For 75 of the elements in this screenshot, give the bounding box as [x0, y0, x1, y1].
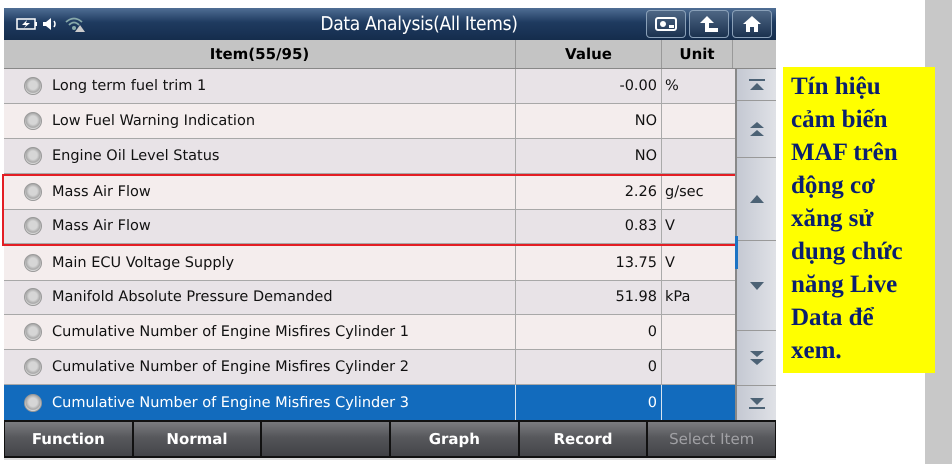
value-text: -0.00: [619, 78, 657, 94]
toolbar-button[interactable]: Graph: [391, 422, 518, 456]
unit-text: V: [665, 254, 675, 271]
down-triangle-icon: [748, 280, 764, 290]
scroll-up-button[interactable]: [737, 158, 776, 241]
value-text: 0: [648, 324, 657, 340]
toolbar-button[interactable]: Record: [520, 422, 646, 456]
value-text: NO: [634, 112, 657, 129]
item-name: Manifold Absolute Pressure Demanded: [52, 289, 333, 306]
table-row[interactable]: Mass Air Flow 0.83 V: [4, 210, 735, 244]
toolbar-button[interactable]: Normal: [134, 422, 260, 456]
table-row[interactable]: Mass Air Flow 2.26 g/sec: [4, 176, 735, 210]
scroll-bottom-button[interactable]: [737, 386, 776, 420]
value-text: 0: [648, 359, 657, 376]
radio-button[interactable]: [24, 358, 42, 376]
radio-button[interactable]: [24, 394, 42, 412]
up-arrow-icon: [699, 15, 719, 33]
home-button[interactable]: [732, 10, 772, 38]
item-name: Cumulative Number of Engine Misfires Cylinder 1: [52, 324, 409, 340]
unit-text: kPa: [665, 289, 690, 306]
table-row[interactable]: Low Fuel Warning Indication NO: [4, 104, 735, 139]
scroll-top-button[interactable]: [737, 69, 776, 101]
value-text: 51.98: [615, 289, 657, 306]
item-name: Long term fuel trim 1: [52, 78, 206, 94]
item-name: Cumulative Number of Engine Misfires Cylinder 2: [52, 359, 409, 376]
value-text: NO: [634, 148, 657, 164]
value-text: 13.75: [615, 254, 657, 271]
radio-button[interactable]: [24, 323, 42, 342]
radio-button[interactable]: [24, 112, 42, 130]
column-header: Unit: [662, 40, 733, 68]
item-name: Low Fuel Warning Indication: [52, 112, 256, 129]
table-row[interactable]: Cumulative Number of Engine Misfires Cylinder 1 0: [4, 315, 735, 350]
home-icon: [742, 15, 762, 33]
radio-button[interactable]: [24, 217, 42, 236]
column-header: Item(55/95): [4, 40, 516, 68]
unit-text: g/sec: [665, 184, 704, 200]
value-text: 0.83: [624, 218, 657, 234]
radio-button[interactable]: [24, 183, 42, 202]
table-row[interactable]: Main ECU Voltage Supply 13.75 V: [4, 246, 735, 280]
back-button[interactable]: [689, 10, 729, 38]
value-text: 2.26: [624, 184, 657, 200]
table-row[interactable]: Engine Oil Level Status NO: [4, 138, 735, 174]
column-header: Value: [516, 40, 662, 68]
radio-button[interactable]: [24, 254, 42, 272]
item-name: Mass Air Flow: [52, 184, 151, 200]
radio-button[interactable]: [24, 146, 42, 165]
item-name: Cumulative Number of Engine Misfires Cylinder 3: [52, 394, 409, 411]
battery-icon: [16, 18, 38, 30]
item-name: Mass Air Flow: [52, 218, 151, 234]
unit-text: V: [665, 218, 675, 234]
item-name: Engine Oil Level Status: [52, 148, 220, 164]
screenshot-button[interactable]: [646, 10, 686, 38]
page-up-button[interactable]: [737, 101, 776, 158]
scroll-down-button[interactable]: [737, 241, 776, 331]
table-row[interactable]: Cumulative Number of Engine Misfires Cylinder 2 0: [4, 350, 735, 386]
scroll-top-icon: [746, 78, 766, 90]
page-down-button[interactable]: [737, 331, 776, 386]
table-row[interactable]: Cumulative Number of Engine Misfires Cylinder 3 0: [4, 385, 735, 420]
item-name: Main ECU Voltage Supply: [52, 254, 234, 271]
toolbar-button[interactable]: Function: [5, 422, 132, 456]
toolbar-button[interactable]: [262, 422, 390, 456]
radio-button[interactable]: [24, 76, 42, 95]
double-down-icon: [748, 350, 764, 366]
scroll-bottom-icon: [746, 397, 766, 409]
window-title: Data Analysis(All Items): [319, 13, 519, 35]
double-up-icon: [748, 121, 764, 137]
value-text: 0: [648, 394, 657, 411]
note-box: Tín hiệu cảm biến MAF trên động cơ xăng sử dụng chức năng Live Data để xem.: [783, 67, 935, 373]
radio-button[interactable]: [24, 288, 42, 306]
scroll-thumb[interactable]: [735, 236, 738, 269]
table-row[interactable]: Manifold Absolute Pressure Demanded 51.98 kPa: [4, 280, 735, 316]
unit-text: %: [665, 78, 679, 94]
up-triangle-icon: [748, 194, 764, 204]
wifi-warning-icon: [64, 16, 86, 32]
table-row[interactable]: Long term fuel trim 1 -0.00 %: [4, 69, 735, 104]
